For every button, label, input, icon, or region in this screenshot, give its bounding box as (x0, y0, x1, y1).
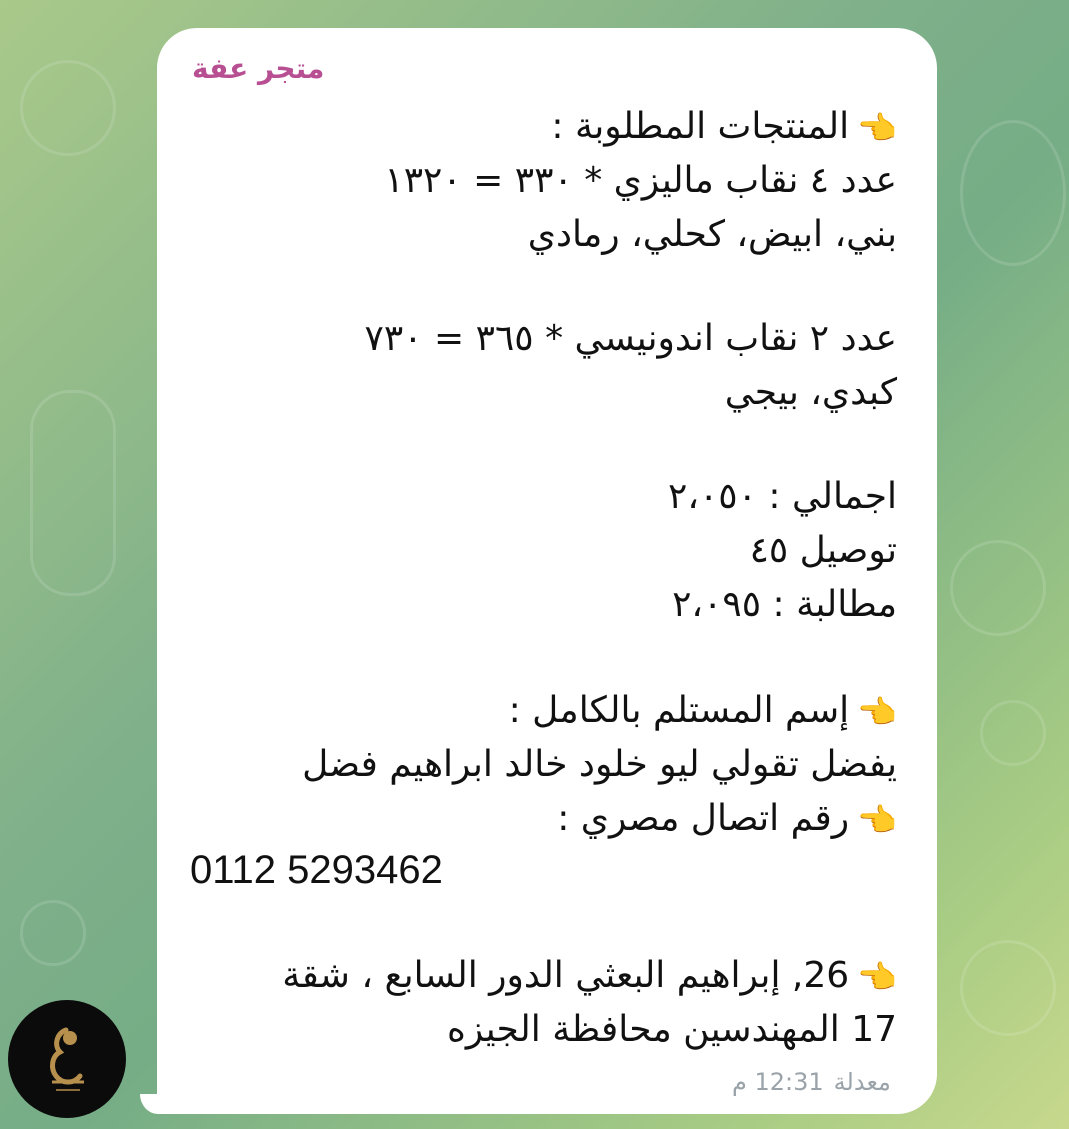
avatar[interactable] (8, 1000, 126, 1118)
doodle-circle (20, 60, 116, 156)
message-line: 17 المهندسين محافظة الجيزه (446, 1009, 897, 1050)
message-line: 👈المنتجات المطلوبة : (551, 106, 897, 147)
edited-label: معدلة (833, 1068, 891, 1096)
message-line: مطالبة : ٢،٠٩٥ (672, 584, 897, 625)
message-line: 👈26, إبراهيم البعثي الدور السابع ، شقة (282, 955, 897, 996)
pointing-hand-icon: 👈 (857, 109, 897, 147)
message-line: كبدي، بيجي (724, 372, 897, 413)
message-line: 👈رقم اتصال مصري : (557, 798, 897, 839)
doodle-circle (20, 900, 86, 966)
message-line: اجمالي : ٢،٠٥٠ (668, 476, 897, 517)
message-line: عدد ٢ نقاب اندونيسي * ٣٦٥ = ٧٣٠ (364, 318, 897, 359)
doodle-circle (980, 700, 1046, 766)
pointing-hand-icon: 👈 (857, 958, 897, 996)
message-meta: معدلة 12:31 م (722, 1068, 891, 1096)
doodle-circle (950, 540, 1046, 636)
doodle-circle (30, 390, 116, 596)
doodle-circle (960, 940, 1056, 1036)
message-line: 👈إسم المستلم بالكامل : (508, 690, 897, 731)
message-line: توصيل ٤٥ (749, 530, 897, 571)
message-time: 12:31 م (732, 1068, 824, 1096)
store-logo-icon (50, 1027, 84, 1091)
doodle-circle (960, 120, 1066, 266)
message-line: يفضل تقولي ليو خلود خالد ابراهيم فضل (302, 744, 897, 785)
sender-name[interactable]: متجر عفة (192, 52, 324, 85)
phone-number[interactable]: 0112 5293462 (190, 848, 443, 893)
message-line: عدد ٤ نقاب ماليزي * ٣٣٠ = ١٣٢٠ (384, 160, 897, 201)
pointing-hand-icon: 👈 (857, 801, 897, 839)
message-line: بني، ابيض، كحلي، رمادي (527, 214, 897, 255)
pointing-hand-icon: 👈 (857, 693, 897, 731)
